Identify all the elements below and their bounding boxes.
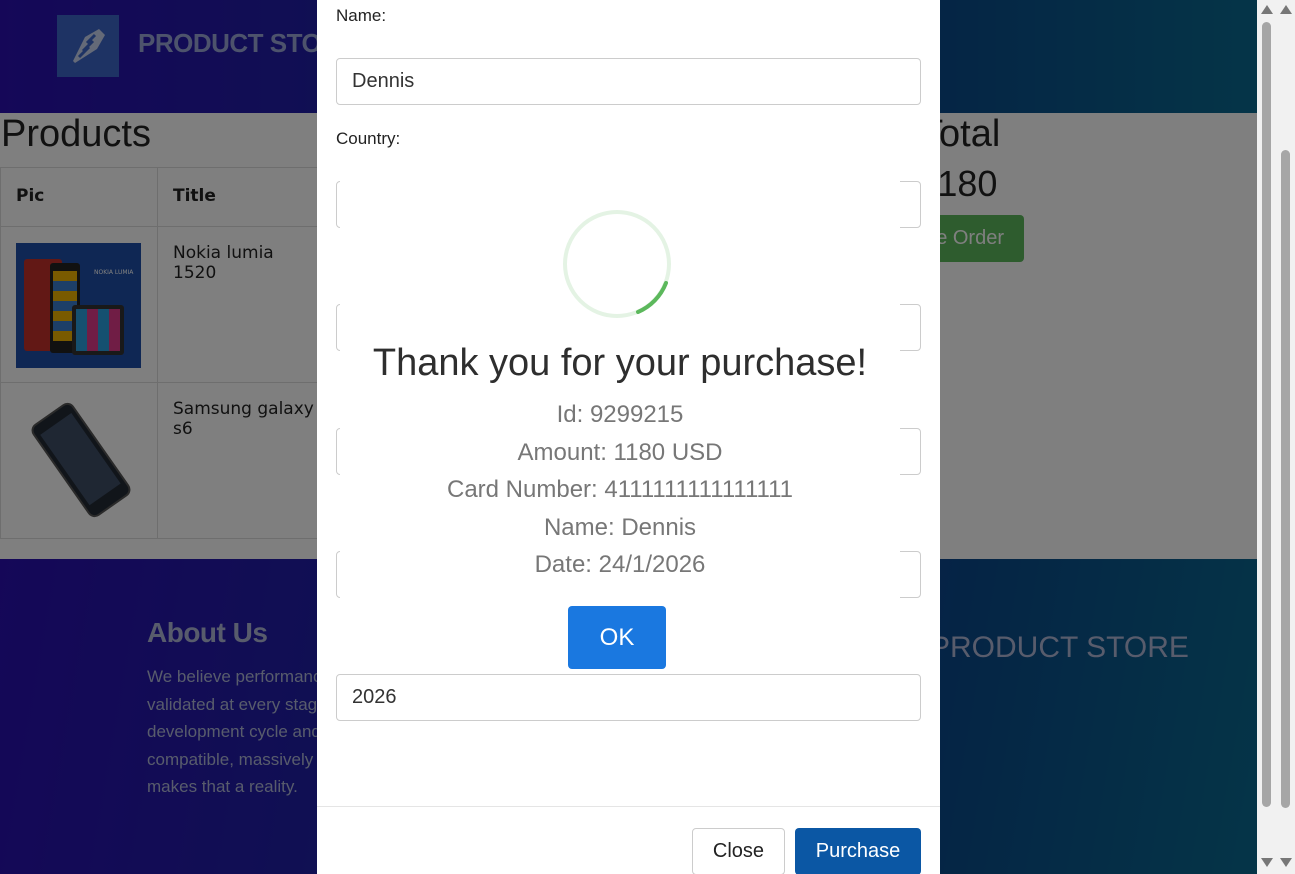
close-button[interactable]: Close <box>692 828 785 874</box>
order-card-number: Card Number: 4111111111111111 <box>446 476 793 503</box>
success-check-icon <box>563 210 671 318</box>
scroll-up-icon[interactable] <box>1261 5 1273 14</box>
ok-button[interactable]: OK <box>568 606 666 669</box>
page-scrollbar[interactable] <box>1276 0 1295 874</box>
alert-title: Thank you for your purchase! <box>372 342 868 384</box>
scroll-down-icon[interactable] <box>1261 858 1273 867</box>
order-date: Date: 24/1/2026 <box>534 551 706 578</box>
modal-footer: Close Purchase <box>317 806 940 874</box>
order-id: Id: 9299215 <box>556 401 684 428</box>
order-name: Name: Dennis <box>543 513 697 541</box>
purchase-confirmation-alert: Thank you for your purchase! Id: 9299215… <box>340 180 900 669</box>
scrollbar-thumb[interactable] <box>1281 150 1290 808</box>
order-amount: Amount: 1180 USD <box>517 438 723 466</box>
country-label: Country: <box>336 129 401 148</box>
scrollbar-thumb[interactable] <box>1262 22 1271 807</box>
year-input[interactable]: 2026 <box>336 674 921 721</box>
scroll-up-icon[interactable] <box>1280 5 1292 14</box>
name-input[interactable]: Dennis <box>336 58 921 105</box>
scroll-down-icon[interactable] <box>1280 858 1292 867</box>
name-label: Name: <box>336 6 387 25</box>
purchase-button[interactable]: Purchase <box>795 828 921 874</box>
alert-details: Id: 9299215 Amount: 1180 USD Card Number… <box>340 396 900 584</box>
modal-scrollbar[interactable] <box>1257 0 1276 874</box>
